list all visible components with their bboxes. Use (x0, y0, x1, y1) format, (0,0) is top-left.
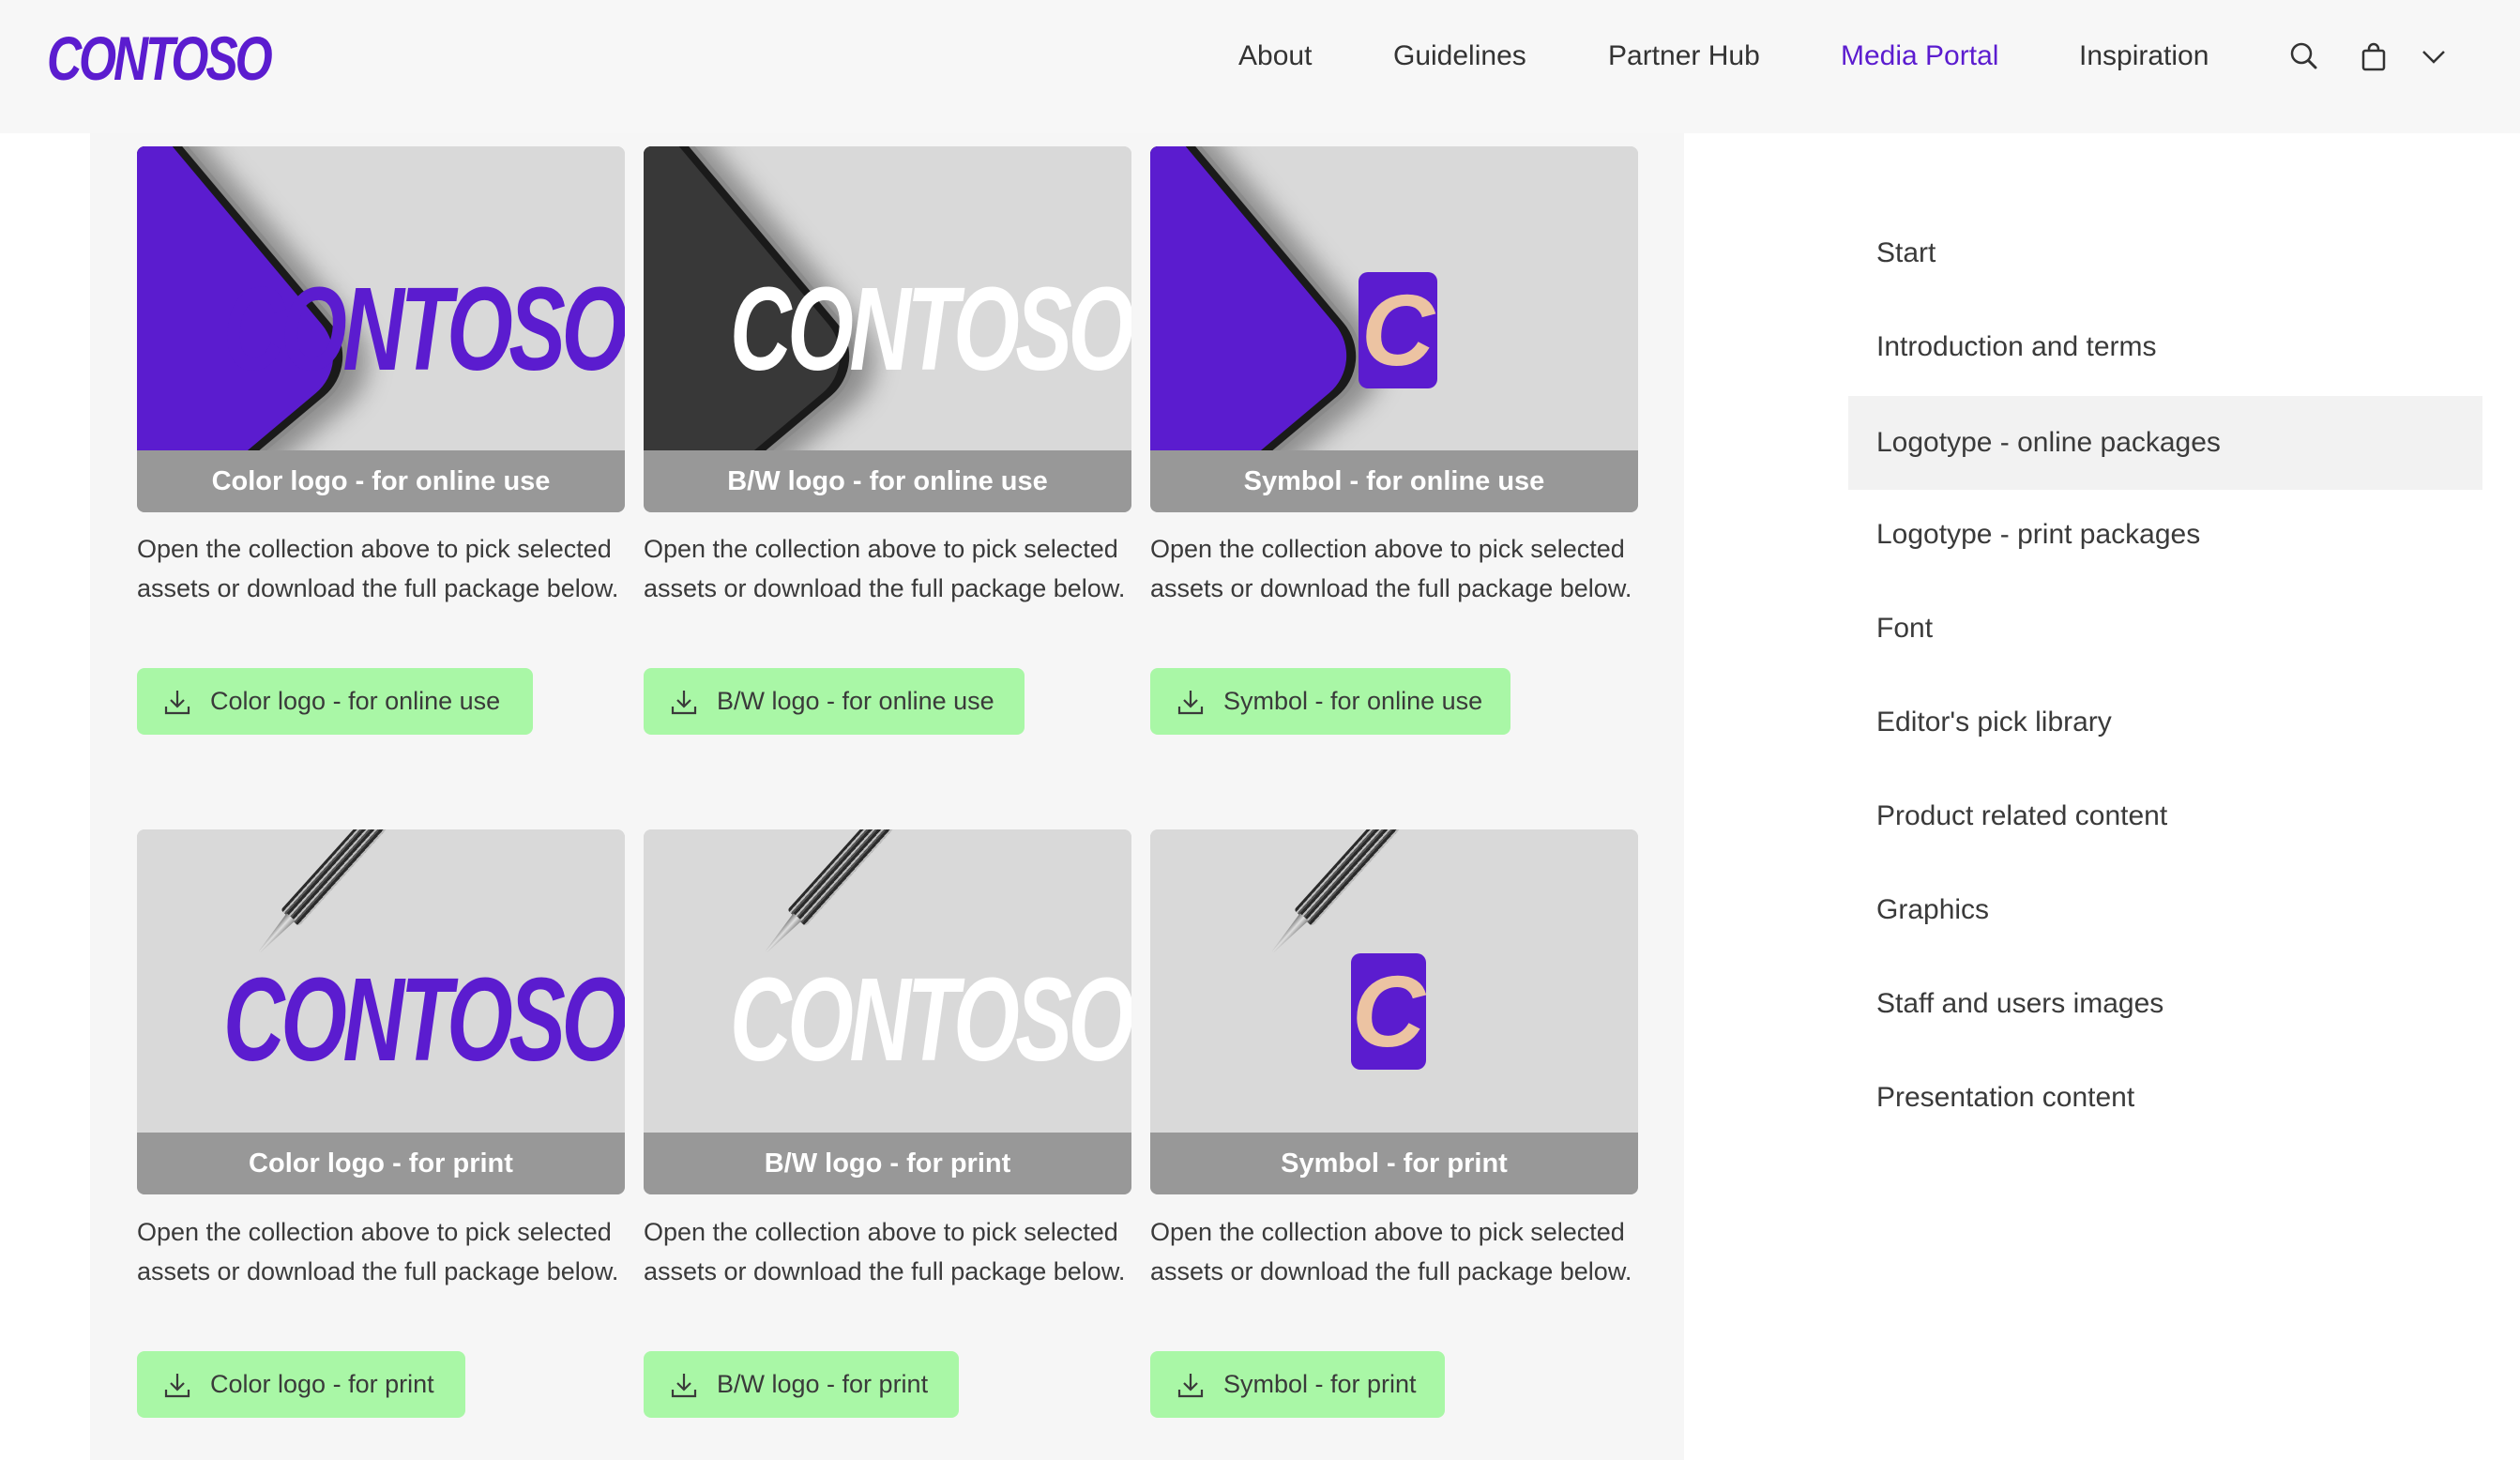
button-label: Color logo - for online use (210, 687, 501, 715)
pen-image (1256, 829, 1425, 968)
sidebar-item-product-related-content[interactable]: Product related content (1848, 769, 2482, 863)
download-color-logo-print-button[interactable]: Color logo - for print (137, 1351, 465, 1418)
shopping-bag-icon[interactable] (2359, 41, 2389, 71)
card-caption: B/W logo - for print (644, 1133, 1131, 1194)
sidebar-item-start[interactable]: Start (1848, 206, 2482, 300)
card-description: Open the collection above to pick select… (644, 535, 1126, 602)
card-caption: Symbol - for print (1150, 1133, 1638, 1194)
download-icon (1177, 690, 1204, 714)
download-color-logo-online-button[interactable]: Color logo - for online use (137, 668, 533, 735)
chevron-down-icon[interactable] (2419, 41, 2449, 71)
sidebar-item-presentation-content[interactable]: Presentation content (1848, 1051, 2482, 1145)
sidebar-item-editors-pick-library[interactable]: Editor's pick library (1848, 676, 2482, 769)
sidebar-item-introduction-and-terms[interactable]: Introduction and terms (1848, 300, 2482, 394)
card-image: CONTOSO (137, 146, 625, 450)
card-image: C (1150, 146, 1638, 450)
contoso-symbol: C (1359, 272, 1437, 388)
nav-guidelines[interactable]: Guidelines (1393, 38, 1526, 75)
button-label: Symbol - for online use (1223, 687, 1483, 715)
card-description: Open the collection above to pick select… (1150, 535, 1632, 602)
card-caption: Color logo - for online use (137, 450, 625, 512)
download-icon (164, 1373, 190, 1397)
download-icon (671, 1373, 697, 1397)
card-image: CONTOSO (644, 146, 1131, 450)
download-icon (1177, 1373, 1204, 1397)
download-icon (671, 690, 697, 714)
card-bw-logo-online[interactable]: CONTOSO B/W logo - for online use (644, 146, 1131, 512)
nav-inspiration[interactable]: Inspiration (2079, 38, 2209, 75)
pen-image (750, 829, 918, 968)
download-bw-logo-print-button[interactable]: B/W logo - for print (644, 1351, 959, 1418)
card-image: CONTOSO (137, 829, 625, 1133)
download-bw-logo-online-button[interactable]: B/W logo - for online use (644, 668, 1025, 735)
card-caption: Symbol - for online use (1150, 450, 1638, 512)
phone-image (1150, 146, 1384, 450)
button-label: B/W logo - for online use (717, 687, 994, 715)
contoso-wordmark: CONTOSO (223, 263, 625, 395)
card-bw-logo-print[interactable]: CONTOSO B/W logo - for print (644, 829, 1131, 1194)
section-sidebar: Start Introduction and terms Logotype - … (1684, 133, 2520, 1460)
sidebar-item-staff-and-users-images[interactable]: Staff and users images (1848, 957, 2482, 1051)
download-symbol-print-button[interactable]: Symbol - for print (1150, 1351, 1445, 1418)
card-caption: Color logo - for print (137, 1133, 625, 1194)
card-symbol-print[interactable]: C Symbol - for print (1150, 829, 1638, 1194)
contoso-wordmark: CONTOSO (730, 263, 1131, 395)
download-symbol-online-button[interactable]: Symbol - for online use (1150, 668, 1510, 735)
card-description: Open the collection above to pick select… (1150, 1218, 1632, 1285)
card-description: Open the collection above to pick select… (137, 1218, 619, 1285)
card-caption: B/W logo - for online use (644, 450, 1131, 512)
card-description: Open the collection above to pick select… (137, 535, 619, 602)
nav-about[interactable]: About (1238, 38, 1312, 75)
pen-image (243, 829, 412, 968)
top-header: CONTOSO About Guidelines Partner Hub Med… (0, 0, 2520, 133)
download-icon (164, 690, 190, 714)
contoso-wordmark: CONTOSO (223, 953, 625, 1086)
sidebar-item-font[interactable]: Font (1848, 582, 2482, 676)
card-color-logo-online[interactable]: CONTOSO Color logo - for online use (137, 146, 625, 512)
button-label: B/W logo - for print (717, 1370, 929, 1398)
contoso-symbol: C (1351, 953, 1426, 1070)
brand-logo[interactable]: CONTOSO (47, 24, 273, 92)
card-symbol-online[interactable]: C Symbol - for online use (1150, 146, 1638, 512)
nav-partner-hub[interactable]: Partner Hub (1608, 38, 1760, 75)
nav-media-portal[interactable]: Media Portal (1841, 38, 1998, 75)
button-label: Color logo - for print (210, 1370, 434, 1398)
card-color-logo-print[interactable]: CONTOSO Color logo - for print (137, 829, 625, 1194)
sidebar-item-logotype-online-packages[interactable]: Logotype - online packages (1848, 396, 2482, 490)
sidebar-item-logotype-print-packages[interactable]: Logotype - print packages (1848, 488, 2482, 582)
sidebar-item-graphics[interactable]: Graphics (1848, 863, 2482, 957)
contoso-wordmark: CONTOSO (730, 953, 1131, 1086)
search-icon[interactable] (2289, 41, 2319, 71)
card-description: Open the collection above to pick select… (644, 1218, 1126, 1285)
card-image: C (1150, 829, 1638, 1133)
card-image: CONTOSO (644, 829, 1131, 1133)
button-label: Symbol - for print (1223, 1370, 1417, 1398)
